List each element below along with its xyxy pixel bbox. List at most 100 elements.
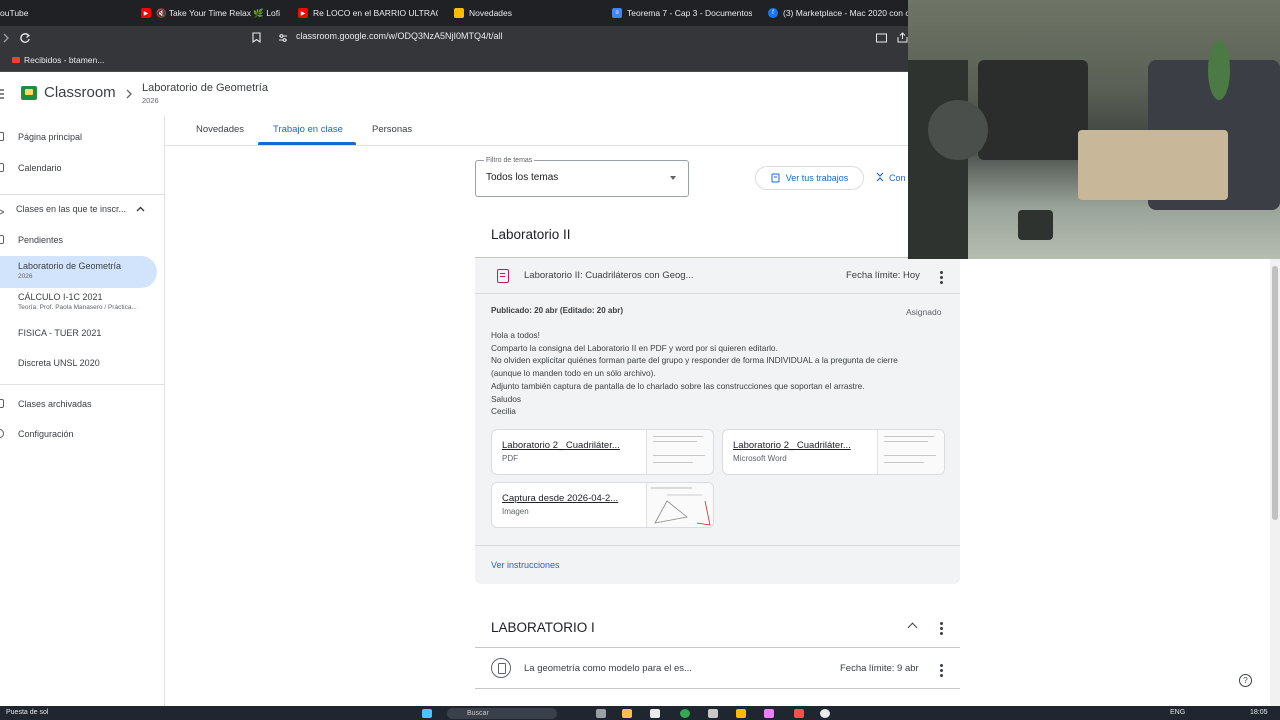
tab-label: 🔇 Take Your Time Relax 🌿 Lofi Cof	[156, 7, 281, 18]
sidebar-divider	[0, 384, 165, 385]
menu-icon[interactable]	[0, 89, 4, 99]
thumb-line	[653, 441, 697, 442]
classroom-logo-icon[interactable]	[21, 86, 37, 100]
instruction-line: Hola a todos!	[491, 330, 540, 340]
instruction-line: No olviden explicitar quiénes forman par…	[491, 355, 898, 365]
sidebar-class-item[interactable]: Discreta UNSL 2020	[18, 358, 100, 368]
clock[interactable]: 18:05	[1250, 709, 1268, 716]
school-icon	[0, 209, 4, 215]
app-icon[interactable]	[820, 709, 830, 718]
attachment-pdf[interactable]: Laboratorio 2_ Cuadriláter... PDF	[491, 429, 714, 475]
sidebar-class-item[interactable]: CÁLCULO I-1C 2021 Teoría: Prof. Paola Ma…	[18, 292, 137, 311]
thumb-line	[884, 455, 936, 456]
view-your-work-button[interactable]: Ver tus trabajos	[755, 166, 864, 190]
cam-region-sofa	[978, 60, 1088, 160]
class-name: Laboratorio de Geometría	[18, 261, 122, 271]
bookmark-label: Recibidos - btamen...	[24, 55, 105, 65]
sidebar-class-item[interactable]: FISICA - TUER 2021	[18, 328, 101, 338]
cast-icon[interactable]	[876, 33, 887, 43]
tabs-divider	[165, 145, 910, 146]
attachment-name: Laboratorio 2_ Cuadriláter...	[502, 440, 620, 451]
attachment-name: Captura desde 2026-04-2...	[502, 493, 619, 504]
help-icon[interactable]: ?	[1239, 674, 1252, 687]
assignment-icon	[771, 173, 780, 183]
thumb-line	[884, 436, 934, 437]
view-instructions-link[interactable]: Ver instrucciones	[491, 560, 560, 570]
due-date: Fecha límite: Hoy	[846, 270, 920, 281]
browser-tab[interactable]: ▶ 🔇 Take Your Time Relax 🌿 Lofi Cof	[141, 0, 281, 26]
course-title[interactable]: Laboratorio de Geometría	[142, 82, 268, 94]
weather-widget[interactable]: Puesta de sol	[6, 709, 48, 716]
chevron-right-icon	[126, 89, 132, 99]
collapse-all-button[interactable]: Con	[876, 172, 906, 183]
attachment-type: Microsoft Word	[733, 454, 787, 463]
search-label: Buscar	[467, 710, 489, 717]
app-name[interactable]: Classroom	[44, 84, 116, 101]
url-text[interactable]: classroom.google.com/w/ODQ3NzA5NjI0MTQ4/…	[296, 31, 503, 41]
more-options-icon[interactable]	[940, 622, 943, 637]
cam-region-chair	[928, 100, 988, 160]
course-year: 2026	[142, 96, 159, 105]
scrollbar-thumb[interactable]	[1272, 266, 1278, 520]
tab-label: (3) Marketplace - Mac 2020 con chip	[783, 8, 908, 18]
chevron-up-icon[interactable]	[907, 622, 918, 633]
published-date: Publicado: 20 abr (Editado: 20 abr)	[491, 306, 624, 315]
attachment-word[interactable]: Laboratorio 2_ Cuadriláter... Microsoft …	[722, 429, 945, 475]
os-taskbar: Puesta de sol Buscar ENG 18:05	[0, 706, 1280, 720]
browser-tab[interactable]: ▶ Re LOCO en el BARRIO ULTRAORTO	[298, 0, 438, 26]
class-name: FISICA - TUER 2021	[18, 328, 102, 338]
taskbar-search[interactable]: Buscar	[447, 708, 557, 719]
browser-tab[interactable]: Novedades	[454, 0, 594, 26]
sidebar-class-item[interactable]: Laboratorio de Geometría 2026	[18, 261, 121, 280]
tab-novedades[interactable]: Novedades	[196, 124, 244, 135]
more-options-icon[interactable]	[940, 664, 943, 679]
topic-title: LABORATORIO I	[491, 620, 595, 635]
cam-region-table	[1078, 130, 1228, 200]
attachment-thumbnail	[646, 483, 713, 527]
file-explorer-icon[interactable]	[622, 709, 632, 718]
instruction-line: (aunque lo manden todo en un sólo archiv…	[491, 368, 656, 378]
app-icon[interactable]	[764, 709, 774, 718]
chrome-icon[interactable]	[680, 709, 690, 718]
assignment-title[interactable]: Laboratorio II: Cuadriláteros con Geog..…	[524, 270, 694, 281]
share-icon[interactable]	[897, 32, 908, 43]
app-icon[interactable]	[736, 709, 746, 718]
assignment-title[interactable]: La geometría como modelo para el es...	[524, 663, 692, 674]
calendar-icon	[0, 163, 4, 172]
assignment-status: Asignado	[906, 307, 942, 317]
youtube-icon: ▶	[298, 8, 308, 18]
language-indicator[interactable]: ENG	[1170, 709, 1185, 716]
due-date: Fecha límite: 9 abr	[840, 663, 919, 674]
app-icon[interactable]	[708, 709, 718, 718]
browser-tab[interactable]: ≡ Teorema 7 - Cap 3 - Documentos de	[612, 0, 752, 26]
sidebar-enrolled-section[interactable]: Clases en las que te inscr...	[16, 204, 145, 214]
reload-icon[interactable]	[19, 32, 31, 44]
tab-personas[interactable]: Personas	[372, 124, 412, 135]
sidebar-item-label: Calendario	[18, 163, 62, 173]
forward-icon[interactable]	[3, 33, 9, 43]
site-settings-icon[interactable]	[278, 33, 288, 43]
screen: ouTube ▶ 🔇 Take Your Time Relax 🌿 Lofi Co…	[0, 0, 1280, 720]
browser-tab[interactable]: f (3) Marketplace - Mac 2020 con chip	[768, 0, 908, 26]
assignment-icon	[497, 269, 509, 283]
topic-filter-value: Todos los temas	[486, 172, 559, 183]
more-options-icon[interactable]	[940, 271, 943, 286]
app-icon[interactable]	[794, 709, 804, 718]
browser-tab[interactable]: ouTube	[0, 0, 60, 26]
store-icon[interactable]	[650, 709, 660, 718]
sidebar-item-label: Clases archivadas	[18, 399, 92, 409]
bookmark-item[interactable]: Recibidos - btamen...	[12, 55, 104, 65]
topic-divider	[475, 647, 960, 648]
tab-trabajo-en-clase[interactable]: Trabajo en clase	[273, 124, 343, 135]
sidebar-item-label: Pendientes	[18, 235, 64, 245]
topic-title: Laboratorio II	[491, 227, 571, 242]
card-divider	[475, 545, 960, 546]
attachment-thumbnail	[877, 430, 944, 474]
start-icon[interactable]	[422, 709, 432, 718]
attachment-image[interactable]: Captura desde 2026-04-2... Imagen	[491, 482, 714, 528]
collapse-icon	[876, 172, 884, 182]
bookmark-icon[interactable]	[252, 32, 261, 43]
button-label: Ver tus trabajos	[785, 173, 849, 183]
gmail-icon	[12, 57, 20, 63]
task-view-icon[interactable]	[596, 709, 606, 718]
